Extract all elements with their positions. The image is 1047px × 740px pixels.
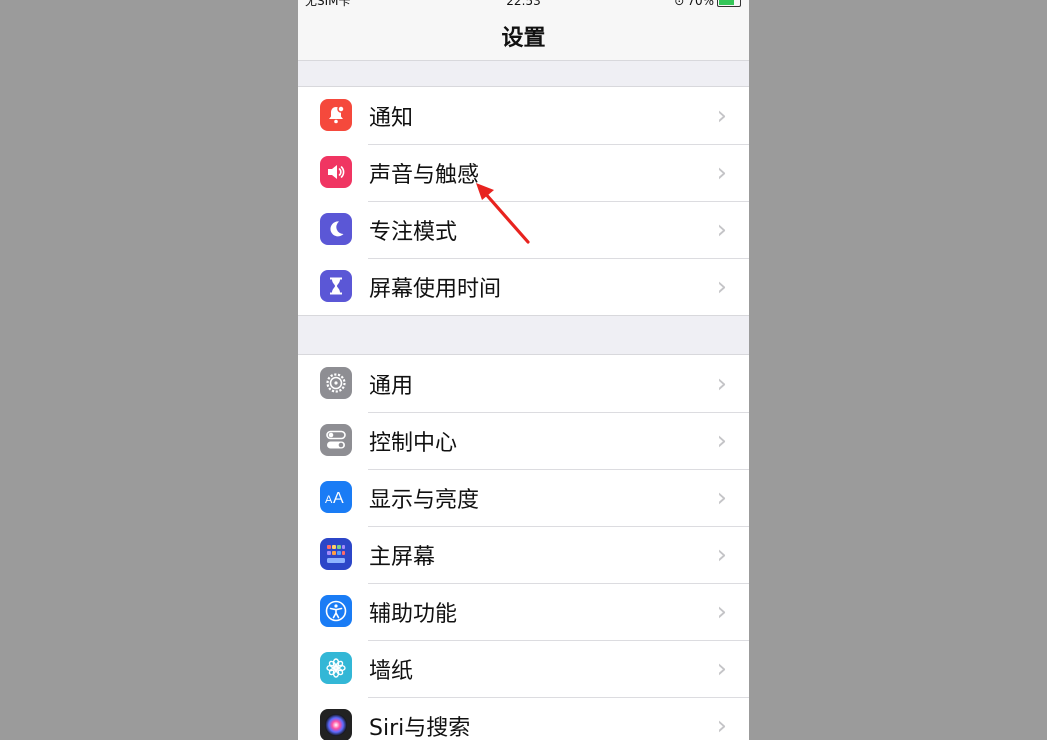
settings-row-siri-search[interactable]: Siri与搜索 ›: [298, 697, 749, 740]
row-label: 声音与触感: [369, 162, 480, 188]
battery-status: ⊙ 70%: [674, 0, 741, 8]
gear-icon: [320, 367, 352, 399]
bell-icon: [320, 99, 352, 131]
page-title: 设置: [501, 26, 546, 51]
chevron-right-icon: ›: [716, 596, 727, 627]
chevron-right-icon: ›: [716, 100, 727, 131]
row-label: Siri与搜索: [369, 715, 471, 740]
svg-text:A: A: [333, 490, 344, 506]
hourglass-icon: [320, 270, 352, 302]
battery-percent: 70%: [687, 0, 714, 8]
text-size-icon: AA: [320, 481, 352, 513]
settings-row-wallpaper[interactable]: 墙纸 ›: [298, 640, 749, 697]
chevron-right-icon: ›: [716, 425, 727, 456]
accessibility-icon: [320, 595, 352, 627]
annotation-arrow: [476, 183, 530, 244]
row-label: 屏幕使用时间: [369, 276, 502, 302]
chevron-right-icon: ›: [716, 368, 727, 399]
row-label: 通用: [369, 373, 414, 399]
settings-row-control-center[interactable]: 控制中心 ›: [298, 412, 749, 469]
row-label: 墙纸: [369, 658, 414, 684]
navigation-bar: 无SIM卡 22:53 ⊙ 70% 设置: [298, 0, 749, 61]
settings-row-general[interactable]: 通用 ›: [298, 355, 749, 412]
settings-row-home-screen[interactable]: 主屏幕 ›: [298, 526, 749, 583]
settings-row-accessibility[interactable]: 辅助功能 ›: [298, 583, 749, 640]
settings-group-2: 通用 › 控制中心 › AA 显示与亮度 › 主屏幕 › 辅助功能 › 墙纸 ›…: [298, 354, 749, 740]
siri-icon: [320, 709, 352, 740]
chevron-right-icon: ›: [716, 482, 727, 513]
chevron-right-icon: ›: [716, 710, 727, 740]
settings-row-notifications[interactable]: 通知 ›: [298, 87, 749, 144]
speaker-icon: [320, 156, 352, 188]
settings-row-screen-time[interactable]: 屏幕使用时间 ›: [298, 258, 749, 315]
chevron-right-icon: ›: [716, 271, 727, 302]
moon-icon: [320, 213, 352, 245]
toggles-icon: [320, 424, 352, 456]
battery-icon: [717, 0, 741, 7]
row-label: 显示与亮度: [369, 487, 480, 513]
row-label: 辅助功能: [369, 601, 458, 627]
flower-icon: [320, 652, 352, 684]
row-label: 通知: [369, 105, 414, 131]
home-grid-icon: [320, 538, 352, 570]
row-label: 主屏幕: [369, 544, 436, 570]
row-label: 专注模式: [369, 219, 458, 245]
svg-text:A: A: [325, 494, 333, 506]
chevron-right-icon: ›: [716, 214, 727, 245]
orientation-lock-icon: ⊙: [674, 0, 685, 8]
chevron-right-icon: ›: [716, 539, 727, 570]
settings-screen: 无SIM卡 22:53 ⊙ 70% 设置 通知 › 声音与触感 › 专注模式 ›…: [298, 0, 749, 740]
chevron-right-icon: ›: [716, 157, 727, 188]
row-label: 控制中心: [369, 430, 458, 456]
chevron-right-icon: ›: [716, 653, 727, 684]
settings-row-display-brightness[interactable]: AA 显示与亮度 ›: [298, 469, 749, 526]
